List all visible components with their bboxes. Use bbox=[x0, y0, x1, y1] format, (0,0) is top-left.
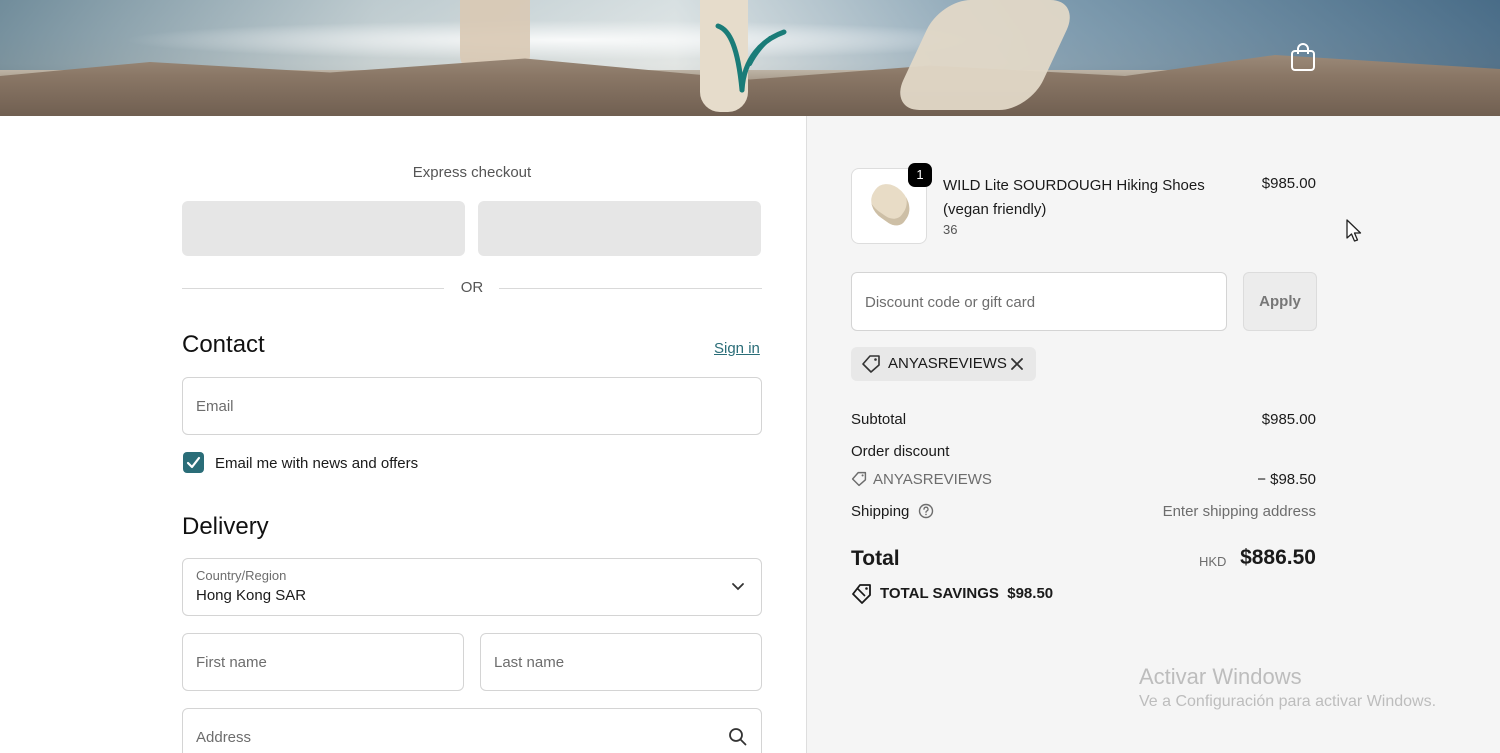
divider-left bbox=[182, 288, 444, 289]
applied-discount-chip: ANYASREVIEWS bbox=[851, 347, 1036, 381]
newsletter-label: Email me with news and offers bbox=[215, 455, 419, 472]
subtotal-value: $985.00 bbox=[1261, 411, 1316, 428]
quantity-badge: 1 bbox=[908, 163, 932, 187]
discount-value: − $98.50 bbox=[1257, 471, 1316, 488]
savings-text: TOTAL SAVINGS $98.50 bbox=[880, 585, 1053, 602]
help-icon[interactable] bbox=[918, 503, 934, 519]
product-variant: 36 bbox=[943, 222, 958, 237]
newsletter-checkbox[interactable] bbox=[183, 452, 204, 473]
discount-placeholder: Discount code or gift card bbox=[865, 294, 1036, 311]
hero-banner bbox=[0, 0, 1500, 116]
total-currency: HKD bbox=[1199, 554, 1227, 569]
sign-in-link[interactable]: Sign in bbox=[714, 340, 760, 357]
windows-activation-title: Activar Windows bbox=[1139, 664, 1302, 689]
windows-activation-subtitle: Ve a Configuración para activar Windows. bbox=[1139, 693, 1437, 710]
country-label: Country/Region bbox=[196, 568, 287, 583]
email-field[interactable]: Email bbox=[182, 377, 762, 435]
first-name-field[interactable]: First name bbox=[182, 633, 464, 691]
banner-foam bbox=[120, 20, 1020, 60]
express-pay-button-2[interactable] bbox=[478, 201, 761, 256]
address-field[interactable]: Address bbox=[182, 708, 762, 753]
country-value: Hong Kong SAR bbox=[196, 587, 307, 604]
remove-discount-icon[interactable] bbox=[1009, 356, 1025, 372]
subtotal-label: Subtotal bbox=[851, 411, 907, 428]
apply-discount-button[interactable]: Apply bbox=[1243, 272, 1317, 331]
chevron-down-icon bbox=[732, 583, 744, 591]
checkmark-icon bbox=[186, 456, 201, 469]
brand-logo-icon[interactable] bbox=[712, 18, 792, 98]
tag-icon bbox=[851, 471, 867, 487]
mouse-cursor-icon bbox=[1346, 219, 1362, 242]
discount-code-input[interactable]: Discount code or gift card bbox=[851, 272, 1227, 331]
shipping-label: Shipping bbox=[851, 503, 910, 520]
address-placeholder: Address bbox=[196, 729, 252, 746]
first-name-placeholder: First name bbox=[196, 654, 267, 671]
total-amount: $886.50 bbox=[1240, 546, 1316, 569]
checkout-form: Express checkout OR Contact Sign in Emai… bbox=[0, 116, 806, 753]
shopping-bag-icon[interactable] bbox=[1290, 42, 1316, 72]
product-price: $985.00 bbox=[1261, 175, 1316, 192]
country-select[interactable]: Country/Region Hong Kong SAR bbox=[182, 558, 762, 616]
savings-label: TOTAL SAVINGS bbox=[880, 585, 999, 602]
savings-value: $98.50 bbox=[1007, 585, 1054, 602]
applied-code: ANYASREVIEWS bbox=[888, 355, 1007, 372]
divider-right bbox=[499, 288, 762, 289]
savings-tag-icon bbox=[852, 584, 871, 604]
tag-icon bbox=[862, 355, 880, 373]
delivery-heading: Delivery bbox=[182, 513, 269, 540]
discount-code-label: ANYASREVIEWS bbox=[873, 471, 992, 488]
total-label: Total bbox=[851, 547, 900, 570]
last-name-field[interactable]: Last name bbox=[480, 633, 762, 691]
last-name-placeholder: Last name bbox=[494, 654, 565, 671]
order-discount-label: Order discount bbox=[851, 443, 950, 460]
product-name: WILD Lite SOURDOUGH Hiking Shoes (vegan … bbox=[943, 177, 1205, 218]
or-divider-text: OR bbox=[460, 279, 484, 296]
order-summary: 1 WILD Lite SOURDOUGH Hiking Shoes (vega… bbox=[806, 116, 1500, 753]
shipping-value: Enter shipping address bbox=[1162, 503, 1316, 520]
search-icon[interactable] bbox=[728, 727, 748, 747]
shoe-image bbox=[864, 178, 918, 230]
express-pay-button-1[interactable] bbox=[182, 201, 465, 256]
email-placeholder: Email bbox=[196, 398, 234, 415]
express-checkout-title: Express checkout bbox=[412, 164, 532, 181]
contact-heading: Contact bbox=[182, 331, 265, 358]
